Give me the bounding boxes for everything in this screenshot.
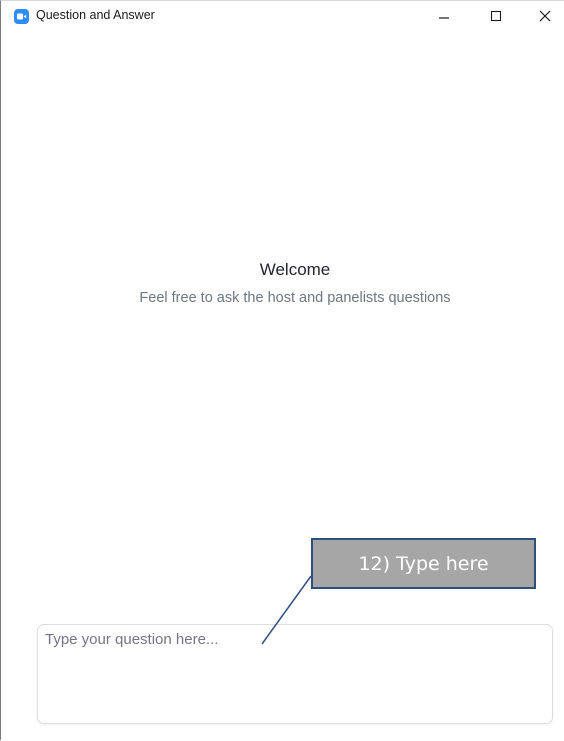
close-button[interactable]: [525, 1, 564, 31]
welcome-title: Welcome: [259, 260, 331, 279]
welcome-subtitle: Feel free to ask the host and panelists …: [139, 290, 451, 306]
minimize-button[interactable]: [421, 1, 467, 31]
instruction-callout: 12) Type here: [311, 538, 536, 589]
window-title: Question and Answer: [36, 8, 155, 22]
maximize-icon: [490, 10, 502, 22]
minimize-icon: [439, 17, 449, 19]
title-bar[interactable]: Question and Answer: [1, 1, 564, 31]
question-composer[interactable]: [37, 624, 553, 724]
question-input[interactable]: [45, 631, 545, 717]
maximize-button[interactable]: [473, 1, 519, 31]
close-icon: [539, 10, 551, 22]
callout-label: 12) Type here: [358, 553, 489, 575]
qa-window: Question and Answer Welcome Feel free to…: [0, 0, 564, 740]
zoom-app-icon: [14, 9, 29, 24]
